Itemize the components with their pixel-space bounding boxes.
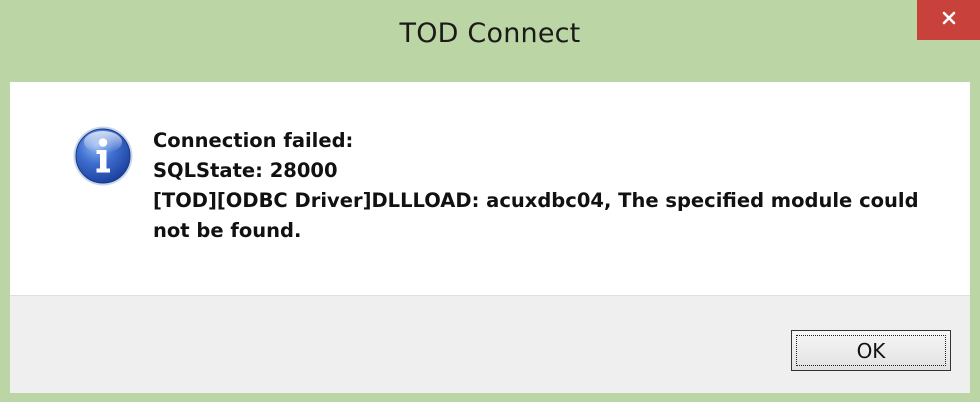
info-icon bbox=[72, 125, 134, 187]
dialog-window: TOD Connect Connection failed: SQLState:… bbox=[0, 0, 980, 402]
error-message: Connection failed: SQLState: 28000 [TOD]… bbox=[153, 126, 923, 246]
ok-button-label: OK bbox=[856, 338, 886, 363]
message-line-3: [TOD][ODBC Driver]DLLLOAD: acuxdbc04, Th… bbox=[153, 189, 919, 212]
window-title: TOD Connect bbox=[399, 18, 581, 49]
close-icon bbox=[941, 10, 957, 30]
message-line-4: not be found. bbox=[153, 219, 302, 242]
message-line-2: SQLState: 28000 bbox=[153, 159, 338, 182]
title-bar[interactable]: TOD Connect bbox=[0, 0, 980, 82]
ok-button[interactable]: OK bbox=[791, 330, 951, 371]
message-line-1: Connection failed: bbox=[153, 129, 354, 152]
button-bar: OK bbox=[10, 295, 970, 393]
dialog-content: Connection failed: SQLState: 28000 [TOD]… bbox=[10, 82, 970, 393]
close-button[interactable] bbox=[917, 0, 980, 40]
